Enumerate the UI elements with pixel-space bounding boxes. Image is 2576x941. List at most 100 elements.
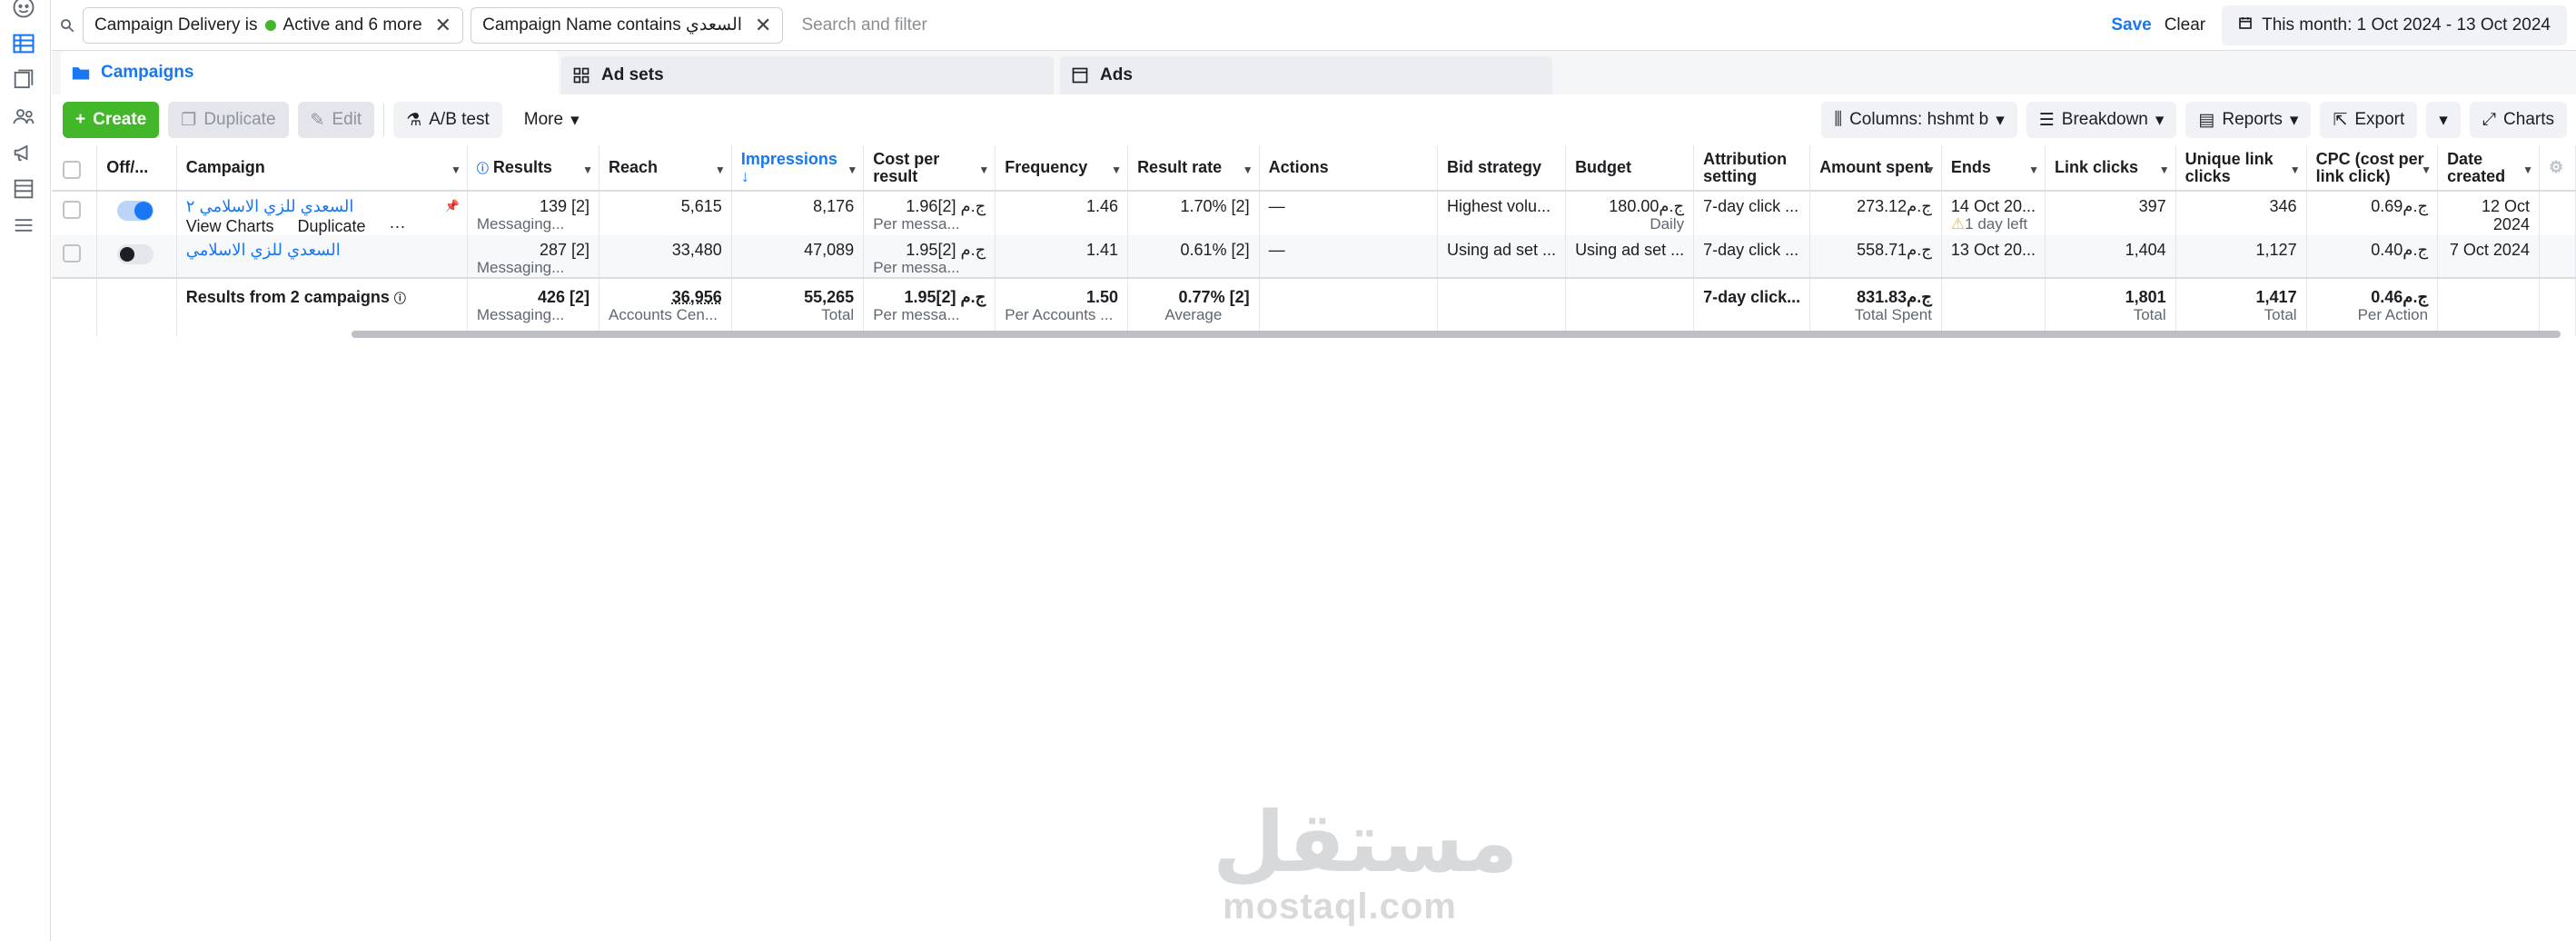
tab-campaigns[interactable]: Campaigns bbox=[61, 51, 559, 94]
col-cpc[interactable]: CPC (cost per link click) ▼ bbox=[2306, 145, 2439, 192]
col-impressions[interactable]: Impressions ↓ ▼ bbox=[731, 145, 865, 192]
sort-icon[interactable]: ▼ bbox=[451, 162, 461, 179]
view-charts-link[interactable]: View Charts bbox=[186, 217, 274, 235]
search-input[interactable]: Search and filter bbox=[790, 15, 2111, 35]
close-icon[interactable]: ✕ bbox=[435, 14, 451, 37]
col-attribution[interactable]: Attribution setting bbox=[1693, 145, 1811, 192]
duplicate-button[interactable]: ❐ Duplicate bbox=[168, 102, 289, 138]
grid-icon bbox=[573, 67, 590, 84]
column-settings[interactable]: ⚙ bbox=[2539, 145, 2576, 192]
tab-adsets[interactable]: Ad sets bbox=[561, 56, 1054, 94]
charts-button[interactable]: ⤢ Charts bbox=[2469, 102, 2567, 138]
breakdown-button[interactable]: ☰ Breakdown ▾ bbox=[2026, 102, 2177, 138]
chevron-down-icon: ▾ bbox=[2439, 110, 2448, 130]
col-amount[interactable]: Amount spent ▼ bbox=[1809, 145, 1942, 192]
filter-chip-delivery[interactable]: Campaign Delivery is Active and 6 more ✕ bbox=[83, 6, 464, 44]
cost-total-sub: Per messa... bbox=[873, 306, 960, 323]
gear-icon[interactable]: ⚙ bbox=[2549, 158, 2563, 176]
menu-icon[interactable] bbox=[11, 213, 36, 238]
info-icon[interactable]: ⓘ bbox=[394, 292, 406, 305]
horizontal-scrollbar[interactable] bbox=[352, 331, 2561, 338]
date-range-picker[interactable]: This month: 1 Oct 2024 - 13 Oct 2024 bbox=[2222, 5, 2567, 45]
campaign-cell[interactable]: السعدي للزي الاسلامي ٢ 📌 View Charts Dup… bbox=[176, 191, 468, 235]
catalog-icon[interactable] bbox=[11, 67, 36, 93]
col-label: Actions bbox=[1268, 158, 1329, 176]
sort-icon[interactable]: ▼ bbox=[2290, 162, 2301, 179]
sort-icon[interactable]: ▼ bbox=[978, 162, 989, 179]
col-offon[interactable]: Off/... bbox=[96, 145, 177, 192]
col-frequency[interactable]: Frequency ▼ bbox=[995, 145, 1129, 192]
sort-icon[interactable]: ▼ bbox=[1243, 162, 1253, 179]
budget-cell[interactable]: 180.00ج.م Daily bbox=[1565, 191, 1695, 235]
row-checkbox-cell[interactable] bbox=[52, 191, 98, 235]
toggle-cell[interactable] bbox=[96, 191, 177, 235]
col-bid[interactable]: Bid strategy bbox=[1437, 145, 1567, 192]
sort-icon[interactable]: ▼ bbox=[2522, 162, 2533, 179]
row-checkbox[interactable] bbox=[63, 201, 81, 219]
col-reach[interactable]: Reach ▼ bbox=[599, 145, 732, 192]
amount-total: 831.83ج.م bbox=[1857, 288, 1932, 306]
col-result-rate[interactable]: Result rate ▼ bbox=[1127, 145, 1260, 192]
campaign-name-link[interactable]: السعدي للزي الاسلامي bbox=[186, 241, 458, 259]
col-cost[interactable]: Cost per result ▼ bbox=[863, 145, 996, 192]
cost-sub: Per messa... bbox=[873, 215, 960, 233]
sort-icon[interactable]: ▼ bbox=[2421, 162, 2432, 179]
columns-button[interactable]: ⫼ Columns: hshmt b ▾ bbox=[1821, 102, 2017, 138]
sort-icon[interactable]: ▼ bbox=[2159, 162, 2170, 179]
more-button[interactable]: More ▾ bbox=[511, 102, 592, 138]
select-all-header[interactable] bbox=[52, 145, 98, 192]
account-icon[interactable] bbox=[11, 0, 36, 20]
clear-filter-button[interactable]: Clear bbox=[2165, 15, 2205, 35]
budget-cell: Using ad set ... bbox=[1565, 235, 1695, 279]
col-label: Attribution setting bbox=[1703, 149, 1788, 185]
campaign-toggle[interactable] bbox=[117, 244, 154, 264]
audiences-icon[interactable] bbox=[11, 104, 36, 129]
campaigns-table-icon[interactable] bbox=[11, 31, 36, 56]
more-actions[interactable]: ··· bbox=[390, 217, 406, 235]
sort-icon[interactable]: ▼ bbox=[2028, 162, 2039, 179]
billing-icon[interactable] bbox=[11, 176, 36, 202]
row-checkbox[interactable] bbox=[63, 244, 81, 262]
export-button[interactable]: ⇱ Export bbox=[2320, 102, 2418, 138]
campaign-cell[interactable]: السعدي للزي الاسلامي bbox=[176, 235, 468, 279]
col-unique[interactable]: Unique link clicks ▼ bbox=[2175, 145, 2307, 192]
close-icon[interactable]: ✕ bbox=[755, 14, 771, 37]
unique-total-sub: Total bbox=[2264, 306, 2297, 323]
tab-ads[interactable]: Ads bbox=[1060, 56, 1552, 94]
col-results[interactable]: ⓘ Results ▼ bbox=[467, 145, 599, 192]
filter-chip-name[interactable]: Campaign Name contains السعدي ✕ bbox=[471, 6, 784, 44]
sort-icon[interactable]: ▼ bbox=[582, 162, 593, 179]
sort-icon[interactable]: ▼ bbox=[847, 162, 857, 179]
col-date-created[interactable]: Date created ▼ bbox=[2437, 145, 2540, 192]
toggle-cell[interactable] bbox=[96, 235, 177, 279]
row-checkbox-cell[interactable] bbox=[52, 235, 98, 279]
pin-icon[interactable]: 📌 bbox=[445, 197, 460, 215]
ab-test-button[interactable]: ⚗ A/B test bbox=[393, 102, 502, 138]
megaphone-icon[interactable] bbox=[11, 140, 36, 165]
duplicate-link[interactable]: Duplicate bbox=[297, 217, 365, 235]
select-all-checkbox[interactable] bbox=[63, 160, 81, 179]
campaign-toggle[interactable] bbox=[117, 201, 154, 221]
sort-icon[interactable]: ▼ bbox=[1111, 162, 1122, 179]
col-campaign[interactable]: Campaign ▼ bbox=[176, 145, 468, 192]
edit-button[interactable]: ✎ Edit bbox=[297, 102, 375, 138]
amount-total-cell: 831.83ج.م Total Spent bbox=[1809, 278, 1942, 336]
edit-label: Edit bbox=[332, 110, 362, 129]
col-label: Cost per result bbox=[873, 149, 940, 185]
col-ends[interactable]: Ends ▼ bbox=[1941, 145, 2046, 192]
col-label: Amount spent bbox=[1819, 158, 1930, 176]
col-budget[interactable]: Budget bbox=[1565, 145, 1695, 192]
col-link-clicks[interactable]: Link clicks ▼ bbox=[2045, 145, 2176, 192]
sort-icon[interactable]: ▼ bbox=[1925, 162, 1936, 179]
export-menu-button[interactable]: ▾ bbox=[2426, 102, 2461, 138]
table-row[interactable]: السعدي للزي الاسلامي 287 [2] Messaging...… bbox=[52, 235, 2576, 279]
chip-prefix: Campaign Delivery is bbox=[94, 15, 258, 35]
create-button[interactable]: + Create bbox=[63, 102, 160, 138]
table-row[interactable]: السعدي للزي الاسلامي ٢ 📌 View Charts Dup… bbox=[52, 191, 2576, 235]
col-actions[interactable]: Actions bbox=[1259, 145, 1439, 192]
reports-button[interactable]: ▤ Reports ▾ bbox=[2185, 102, 2312, 138]
campaign-name-link[interactable]: السعدي للزي الاسلامي ٢ bbox=[186, 197, 458, 215]
sort-icon[interactable]: ▼ bbox=[715, 162, 726, 179]
impressions-cell: 8,176 bbox=[731, 191, 865, 235]
save-filter-button[interactable]: Save bbox=[2111, 15, 2151, 35]
